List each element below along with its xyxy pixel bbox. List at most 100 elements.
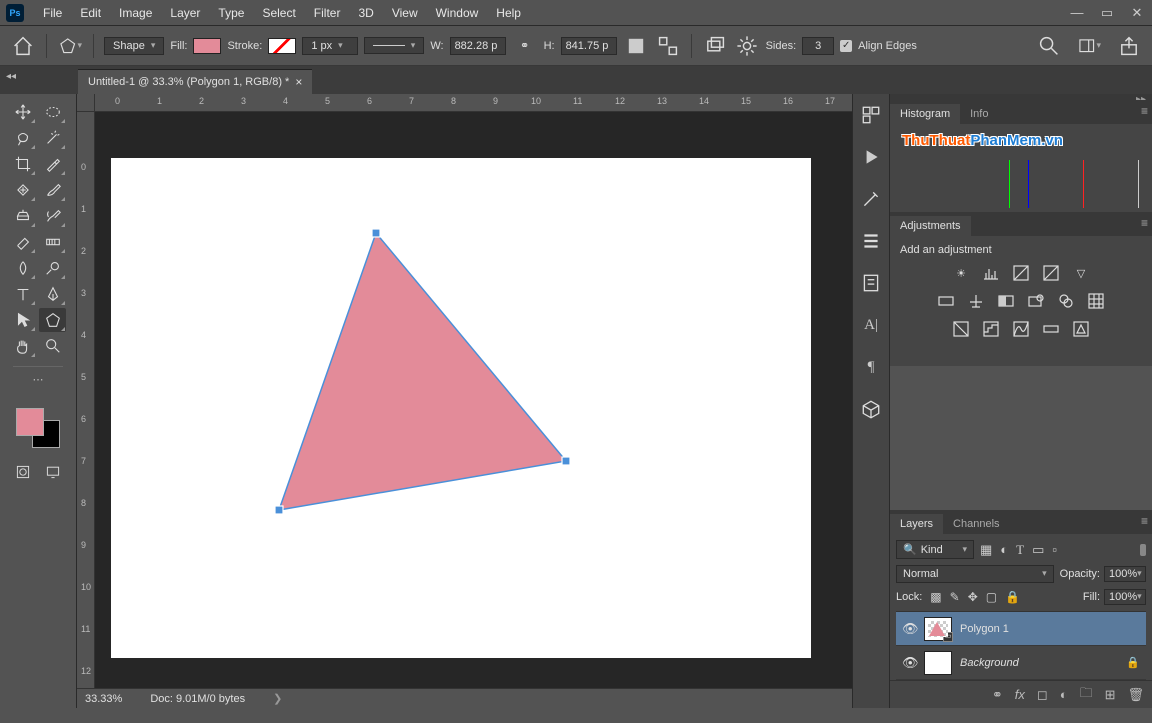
home-icon[interactable] bbox=[10, 33, 36, 59]
gradient-tool[interactable] bbox=[39, 230, 66, 254]
lasso-tool[interactable] bbox=[9, 126, 36, 150]
path-select-tool[interactable] bbox=[9, 308, 36, 332]
levels-icon[interactable] bbox=[982, 264, 1000, 282]
color-balance-icon[interactable] bbox=[967, 292, 985, 310]
fill-swatch[interactable] bbox=[193, 38, 221, 54]
menu-layer[interactable]: Layer bbox=[161, 6, 209, 20]
stroke-swatch[interactable] bbox=[268, 38, 296, 54]
screen-mode-icon[interactable] bbox=[45, 464, 61, 483]
zoom-tool[interactable] bbox=[39, 334, 66, 358]
filter-pixel-icon[interactable]: ▦ bbox=[980, 542, 992, 558]
menu-filter[interactable]: Filter bbox=[305, 6, 350, 20]
play-icon[interactable] bbox=[860, 146, 882, 168]
history-brush-tool[interactable] bbox=[39, 204, 66, 228]
minimize-button[interactable]: — bbox=[1062, 2, 1092, 24]
selective-color-icon[interactable] bbox=[1072, 320, 1090, 338]
gear-icon[interactable] bbox=[734, 33, 760, 59]
panel-menu-icon[interactable]: ≡ bbox=[1141, 216, 1148, 230]
adjustments-tab[interactable]: Adjustments bbox=[890, 216, 971, 236]
photo-filter-icon[interactable] bbox=[1027, 292, 1045, 310]
canvas[interactable] bbox=[111, 158, 811, 658]
fill-opacity-input[interactable]: 100%▾ bbox=[1104, 589, 1146, 605]
healing-tool[interactable] bbox=[9, 178, 36, 202]
brushes-icon[interactable] bbox=[860, 188, 882, 210]
layer-item[interactable]: 👁 ▭ Polygon 1 bbox=[896, 612, 1146, 646]
bw-icon[interactable] bbox=[997, 292, 1015, 310]
stroke-width-dropdown[interactable]: 1 px▾ bbox=[302, 37, 358, 55]
lut-icon[interactable] bbox=[1087, 292, 1105, 310]
height-input[interactable] bbox=[561, 37, 617, 55]
lock-position-icon[interactable]: ✥ bbox=[968, 590, 978, 604]
stroke-style-dropdown[interactable]: ▾ bbox=[364, 37, 424, 54]
lock-all-icon[interactable]: 🔒 bbox=[1005, 590, 1020, 604]
layer-thumbnail[interactable] bbox=[924, 651, 952, 675]
info-tab[interactable]: Info bbox=[960, 104, 998, 124]
histogram-tab[interactable]: Histogram bbox=[890, 104, 960, 124]
menu-view[interactable]: View bbox=[383, 6, 427, 20]
ruler-origin[interactable] bbox=[77, 94, 95, 112]
lock-transparency-icon[interactable]: ▩ bbox=[930, 590, 941, 604]
document-tab[interactable]: Untitled-1 @ 33.3% (Polygon 1, RGB/8) * … bbox=[78, 69, 312, 94]
curves-icon[interactable] bbox=[1012, 264, 1030, 282]
properties-icon[interactable] bbox=[860, 272, 882, 294]
eraser-tool[interactable] bbox=[9, 230, 36, 254]
search-icon[interactable] bbox=[1036, 33, 1062, 59]
color-picker[interactable] bbox=[16, 408, 60, 448]
type-tool[interactable] bbox=[9, 282, 36, 306]
lock-pixels-icon[interactable]: ✎ bbox=[950, 590, 960, 604]
link-wh-icon[interactable]: ⚭ bbox=[512, 33, 538, 59]
shape-mode-dropdown[interactable]: Shape▾ bbox=[104, 37, 164, 55]
layer-thumbnail[interactable]: ▭ bbox=[924, 617, 952, 641]
marquee-tool[interactable] bbox=[39, 100, 66, 124]
close-button[interactable]: ✕ bbox=[1122, 2, 1152, 24]
dodge-tool[interactable] bbox=[39, 256, 66, 280]
layer-name[interactable]: Background bbox=[960, 657, 1019, 669]
group-icon[interactable]: 🗀 bbox=[1080, 684, 1093, 706]
layer-name[interactable]: Polygon 1 bbox=[960, 623, 1009, 635]
adjustment-layer-icon[interactable]: ◐ bbox=[1060, 687, 1068, 702]
filter-smart-icon[interactable]: ▫ bbox=[1052, 542, 1057, 557]
menu-3d[interactable]: 3D bbox=[349, 6, 382, 20]
menu-window[interactable]: Window bbox=[427, 6, 488, 20]
history-panel-icon[interactable] bbox=[860, 230, 882, 252]
width-input[interactable] bbox=[450, 37, 506, 55]
visibility-icon[interactable]: 👁 bbox=[902, 621, 916, 637]
menu-type[interactable]: Type bbox=[209, 6, 253, 20]
paragraph-panel-icon[interactable]: ¶ bbox=[860, 356, 882, 378]
menu-edit[interactable]: Edit bbox=[71, 6, 110, 20]
filter-shape-icon[interactable]: ▭ bbox=[1032, 542, 1044, 558]
collapse-toolbox-icon[interactable]: ◂◂ bbox=[6, 71, 16, 82]
threshold-icon[interactable] bbox=[1012, 320, 1030, 338]
lock-icon[interactable]: 🔒 bbox=[1126, 656, 1140, 669]
ruler-horizontal[interactable]: 01234567891011121314151617 bbox=[95, 94, 852, 112]
arrange-icon[interactable] bbox=[702, 33, 728, 59]
blend-mode-dropdown[interactable]: Normal▾ bbox=[896, 565, 1054, 583]
blur-tool[interactable] bbox=[9, 256, 36, 280]
filter-toggle[interactable] bbox=[1140, 544, 1146, 556]
eyedropper-tool[interactable] bbox=[39, 152, 66, 176]
clone-stamp-tool[interactable] bbox=[9, 204, 36, 228]
share-icon[interactable] bbox=[1116, 33, 1142, 59]
align-edges-checkbox[interactable]: ✓ bbox=[840, 40, 852, 52]
zoom-level[interactable]: 33.33% bbox=[85, 693, 122, 705]
ruler-vertical[interactable]: 012345678910111213 bbox=[77, 112, 95, 688]
align-icon[interactable] bbox=[655, 33, 681, 59]
link-layers-icon[interactable]: ⚭ bbox=[992, 687, 1003, 703]
workspace-icon[interactable]: ▾ bbox=[1076, 33, 1102, 59]
menu-file[interactable]: File bbox=[34, 6, 71, 20]
layer-item[interactable]: 👁 Background 🔒 bbox=[896, 646, 1146, 680]
menu-image[interactable]: Image bbox=[110, 6, 161, 20]
close-tab-icon[interactable]: × bbox=[295, 75, 302, 89]
opacity-input[interactable]: 100%▾ bbox=[1104, 566, 1146, 582]
brightness-icon[interactable]: ☀ bbox=[952, 264, 970, 282]
polygon-tool-icon[interactable]: ▾ bbox=[57, 33, 83, 59]
quick-mask-icon[interactable] bbox=[15, 464, 31, 483]
brush-tool[interactable] bbox=[39, 178, 66, 202]
channels-tab[interactable]: Channels bbox=[943, 514, 1009, 534]
menu-help[interactable]: Help bbox=[487, 6, 530, 20]
layer-mask-icon[interactable]: ◻ bbox=[1037, 687, 1048, 703]
foreground-color[interactable] bbox=[16, 408, 44, 436]
layer-fx-icon[interactable]: fx bbox=[1015, 687, 1025, 702]
3d-panel-icon[interactable] bbox=[860, 398, 882, 420]
menu-select[interactable]: Select bbox=[253, 6, 304, 20]
